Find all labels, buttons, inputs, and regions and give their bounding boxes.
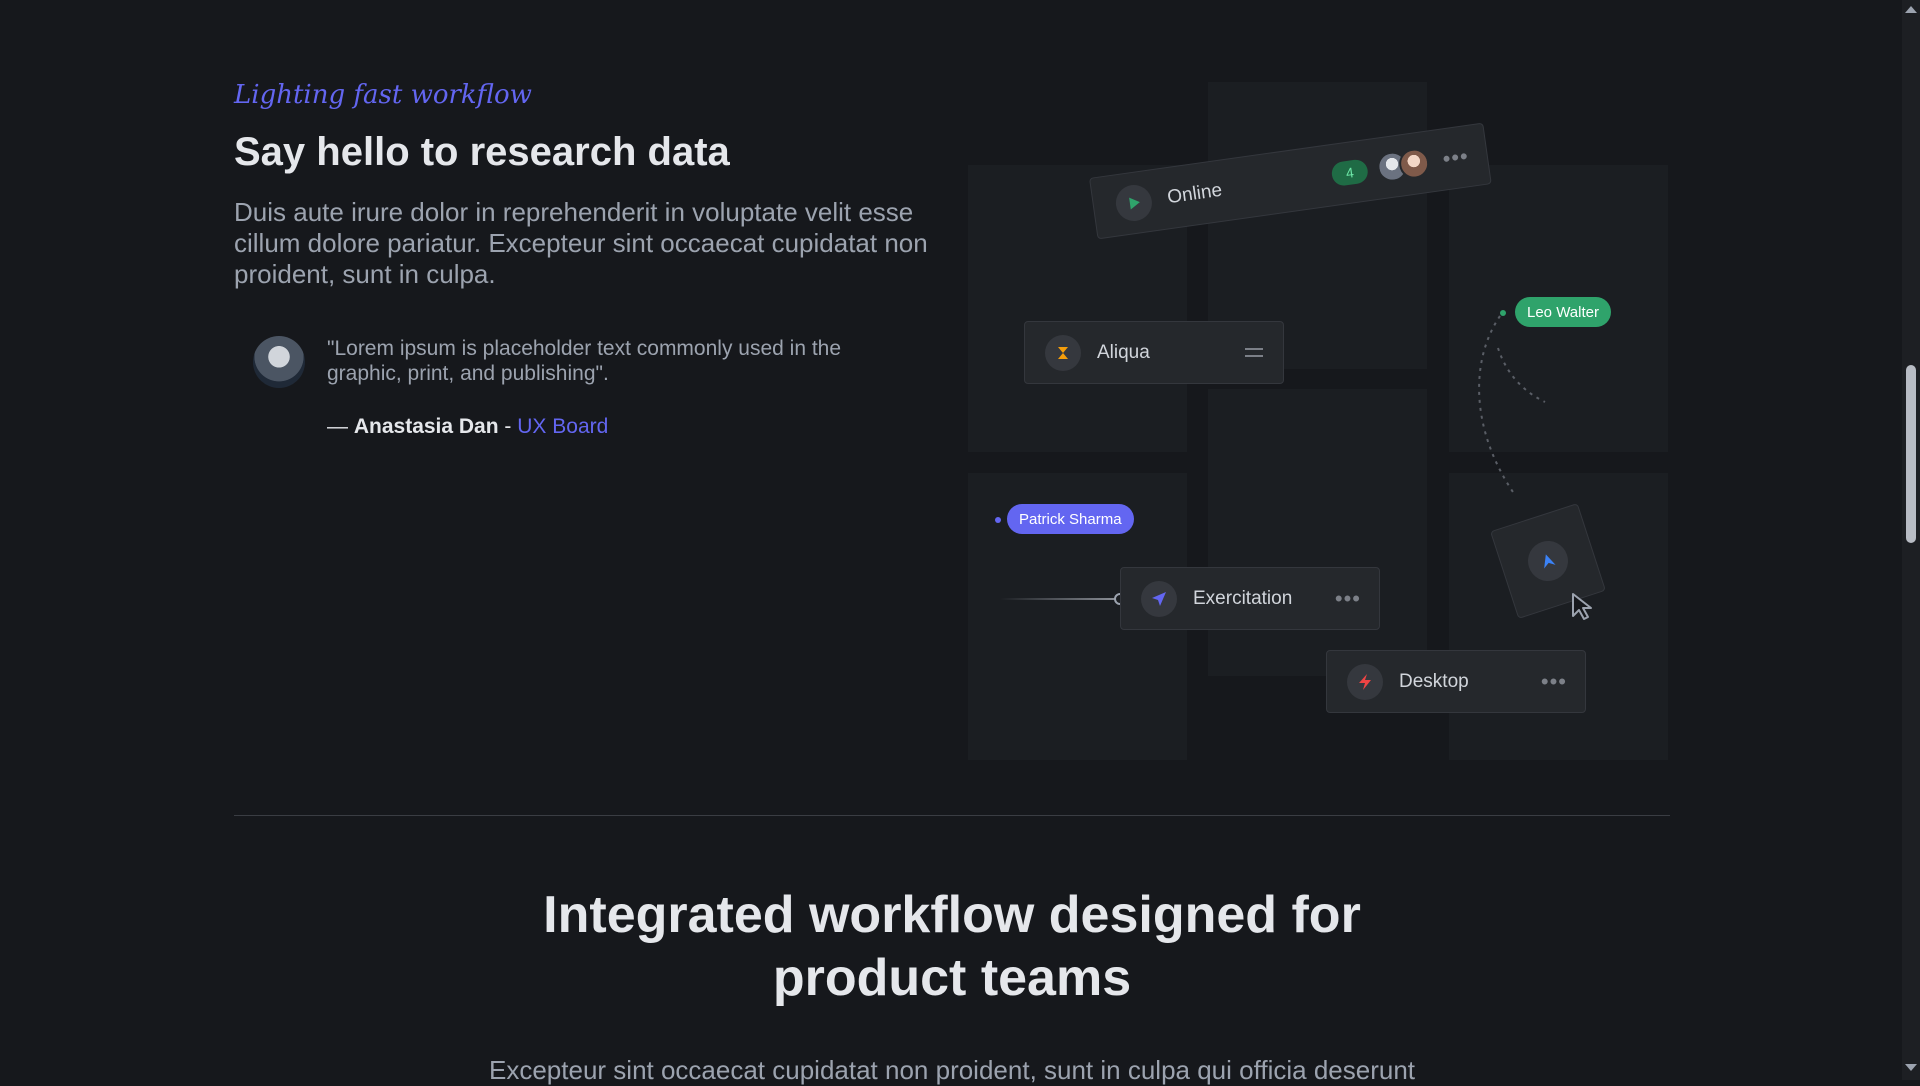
navigation-icon (1522, 535, 1574, 587)
lead-paragraph: Duis aute irure dolor in reprehenderit i… (234, 197, 928, 289)
aliqua-label: Aliqua (1097, 341, 1150, 363)
testimonial-quote: "Lorem ipsum is placeholder text commonl… (327, 337, 842, 385)
attribution-dash: — (327, 415, 354, 438)
scroll-down-icon[interactable] (1905, 1064, 1917, 1071)
eyebrow-text: Lighting fast workflow (234, 80, 532, 110)
section2-title: Integrated workflow designed for product… (234, 884, 1670, 1010)
scroll-up-icon[interactable] (1905, 6, 1917, 13)
section-divider (234, 815, 1670, 816)
bolt-icon (1347, 663, 1383, 700)
testimonial-author: Anastasia Dan (353, 415, 499, 438)
exercitation-card[interactable]: Exercitation ••• (1120, 567, 1380, 630)
online-label: Online (1166, 179, 1224, 209)
attribution-separator: - (498, 415, 518, 438)
section2-title-line2: product teams (772, 949, 1132, 1007)
testimonial-attribution: — Anastasia Dan - UX Board (327, 415, 608, 439)
hourglass-icon (1045, 334, 1081, 371)
connector-line (1000, 598, 1115, 600)
more-icon[interactable]: ••• (1541, 669, 1567, 695)
testimonial-avatar (253, 336, 305, 388)
menu-icon[interactable] (1245, 348, 1263, 357)
exercitation-label: Exercitation (1193, 587, 1293, 609)
play-icon (1113, 182, 1155, 224)
more-icon[interactable]: ••• (1441, 143, 1470, 172)
panel-tile (1208, 389, 1427, 676)
desktop-label: Desktop (1399, 670, 1469, 692)
scrollbar-thumb[interactable] (1906, 365, 1916, 543)
section-heading: Say hello to research data (234, 130, 730, 174)
patrick-dot (995, 517, 1001, 523)
online-count-badge: 4 (1330, 158, 1370, 188)
section2-subtitle: Excepteur sint occaecat cupidatat non pr… (489, 1055, 1415, 1085)
send-icon (1141, 580, 1177, 617)
aliqua-card[interactable]: Aliqua (1024, 321, 1284, 384)
testimonial-company-link[interactable]: UX Board (517, 415, 608, 438)
desktop-card[interactable]: Desktop ••• (1326, 650, 1586, 713)
connector-curve (1478, 315, 1546, 496)
patrick-sharma-tag: Patrick Sharma (1007, 504, 1134, 534)
more-icon[interactable]: ••• (1335, 586, 1361, 612)
mouse-pointer-icon (1572, 593, 1592, 620)
section2-title-line1: Integrated workflow designed for (543, 886, 1361, 944)
